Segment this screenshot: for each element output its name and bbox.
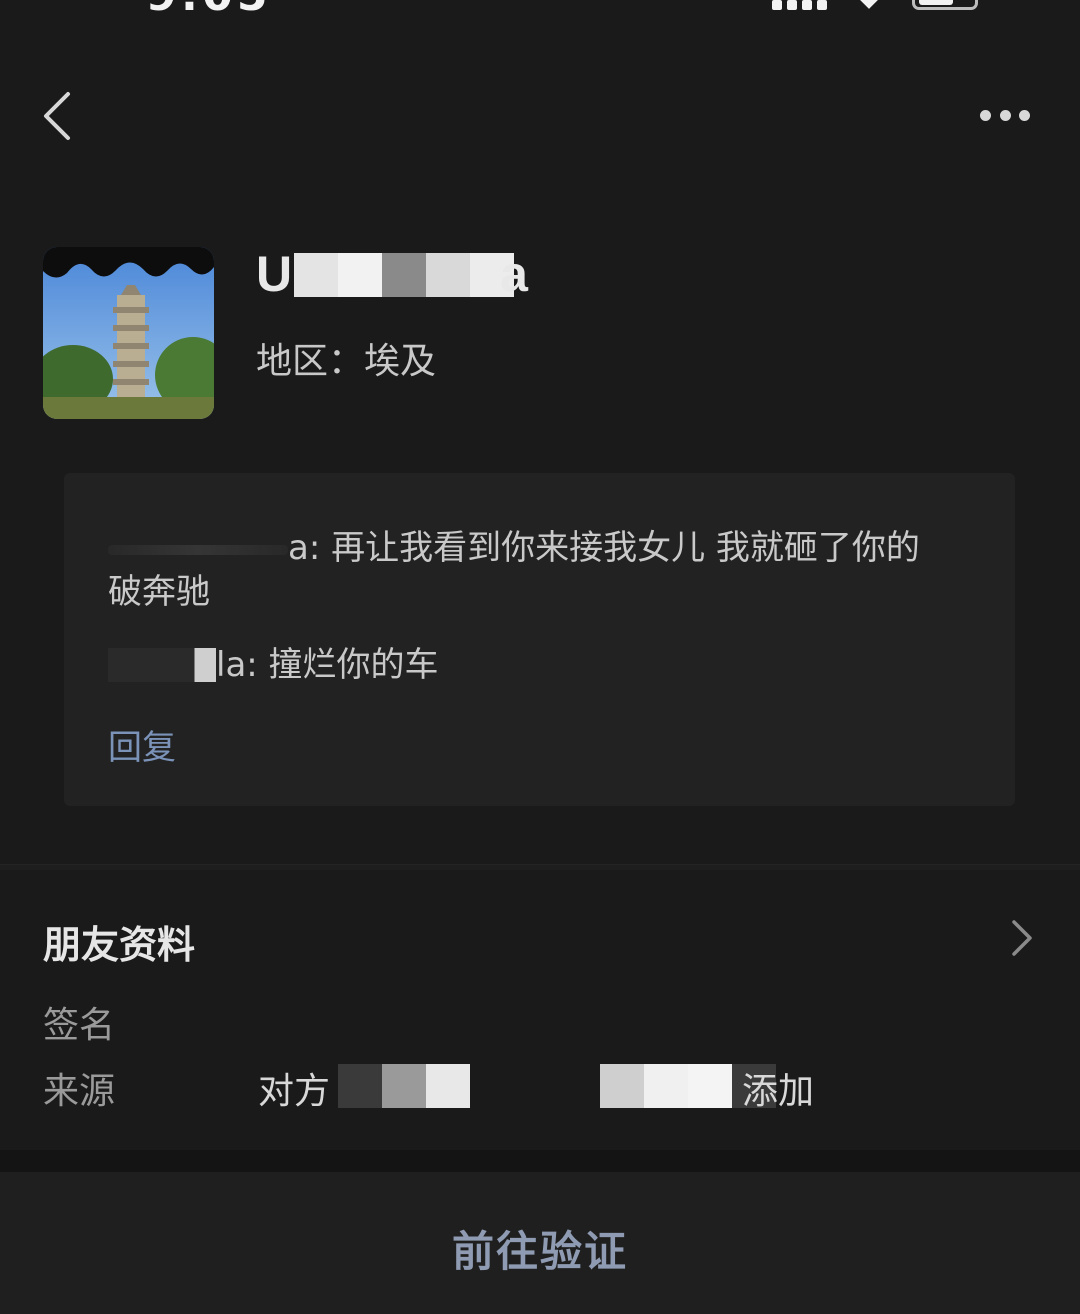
divider (0, 864, 1080, 870)
more-button[interactable] (972, 100, 1038, 130)
message-item: a: 再让我看到你来接我女儿 我就砸了你的破奔驰 (108, 526, 948, 614)
profile-region: 地区：埃及 (256, 341, 437, 382)
sender-blur (108, 544, 288, 555)
back-button[interactable] (38, 88, 88, 144)
more-dots-icon (999, 109, 1011, 121)
source-label: 来源 (43, 1071, 116, 1112)
chevron-left-icon (44, 92, 70, 140)
message-sender: a: (288, 528, 321, 568)
message-card (64, 473, 1015, 806)
name-mosaic (294, 253, 515, 297)
message-sender: la: (216, 645, 258, 685)
message-text: 再让我看到你来接我女儿 我就砸了你的破奔驰 (108, 528, 920, 612)
sender-blur (108, 648, 216, 682)
profile-name: U a (256, 244, 528, 304)
avatar[interactable] (43, 247, 214, 419)
more-dots-icon (980, 109, 991, 121)
more-dots-icon (1019, 109, 1030, 121)
profile-name-prefix: U (256, 246, 293, 302)
wifi-icon (858, 0, 880, 8)
message-item: la: 撞烂你的车 (108, 643, 439, 687)
verify-button[interactable]: 前往验证 (340, 1218, 740, 1278)
reply-link[interactable]: 回复 (108, 720, 176, 769)
source-value-prefix: 对方 (258, 1071, 331, 1112)
status-bar: 9:05 (0, 0, 1080, 14)
friend-info-title[interactable]: 朋友资料 (43, 914, 195, 969)
signature-label: 签名 (43, 1005, 116, 1046)
battery-icon (912, 0, 978, 10)
chevron-right-icon[interactable] (1006, 916, 1036, 960)
signal-icon (772, 0, 828, 10)
status-time: 9:05 (146, 0, 271, 14)
source-value-suffix: 添加 (742, 1071, 815, 1112)
message-text: 撞烂你的车 (257, 645, 439, 685)
profile-name-suffix: a (500, 246, 528, 302)
source-mosaic (338, 1064, 470, 1108)
